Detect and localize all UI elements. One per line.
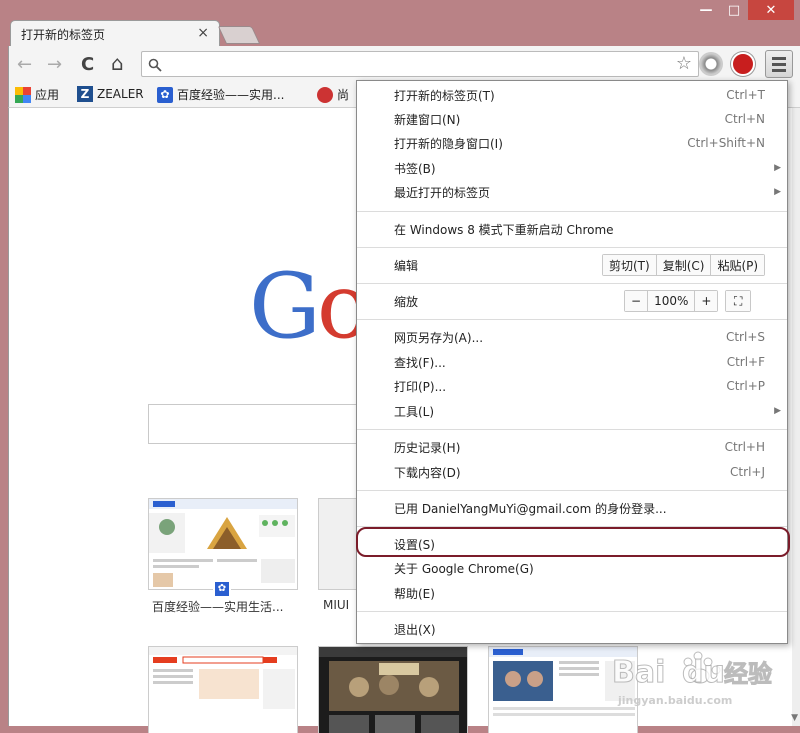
edit-button-group: 剪切(T) 复制(C) 粘贴(P) <box>602 254 766 276</box>
svg-text:jingyan.baidu.com: jingyan.baidu.com <box>617 694 732 707</box>
cut-button[interactable]: 剪切(T) <box>603 255 657 275</box>
copy-button[interactable]: 复制(C) <box>656 255 712 275</box>
close-window-button[interactable]: ✕ <box>748 0 794 20</box>
submenu-arrow-icon: ▶ <box>774 187 781 197</box>
search-icon <box>148 58 162 72</box>
menu-item-history[interactable]: 历史记录(H) Ctrl+H <box>357 435 787 459</box>
zealer-logo-icon: Z <box>77 86 93 102</box>
bookmark-item-zealer[interactable]: Z ZEALER <box>77 86 144 102</box>
thumbnail-preview <box>149 499 297 587</box>
google-search-input[interactable] <box>148 404 378 444</box>
most-visited-thumbnail-baidu[interactable] <box>148 498 298 590</box>
most-visited-thumbnail[interactable] <box>148 646 298 733</box>
most-visited-thumbnail[interactable] <box>318 646 468 733</box>
home-icon[interactable]: ⌂ <box>111 51 124 75</box>
menu-item-zoom: 缩放 <box>394 294 419 309</box>
menu-separator <box>357 247 787 248</box>
submenu-arrow-icon: ▶ <box>774 406 781 416</box>
new-tab-button[interactable] <box>217 26 261 44</box>
bookmark-item-baidu-jingyan[interactable]: ✿ 百度经验——实用... <box>157 86 284 103</box>
menu-item-settings[interactable]: 设置(S) <box>357 532 787 556</box>
watermark-logo: Bai du 经验 jingyan.baidu.com <box>612 651 773 707</box>
menu-item-downloads[interactable]: 下载内容(D) Ctrl+J <box>357 460 787 484</box>
thumbnail-preview <box>319 647 467 733</box>
menu-item-bookmarks[interactable]: 书签(B) ▶ <box>357 156 787 180</box>
zoom-level: 100% <box>648 291 696 311</box>
fullscreen-icon[interactable]: ⛶ <box>726 291 751 311</box>
address-bar[interactable]: ☆ <box>141 51 699 77</box>
tab-title: 打开新的标签页 <box>21 28 106 42</box>
chrome-menu-button[interactable] <box>765 50 793 78</box>
menu-separator <box>357 611 787 612</box>
google-logo: Go <box>249 254 371 359</box>
fullscreen-group: ⛶ <box>725 290 752 312</box>
menu-separator <box>357 283 787 284</box>
stop-extension-icon[interactable] <box>731 52 755 76</box>
menu-item-incognito[interactable]: 打开新的隐身窗口(I) Ctrl+Shift+N <box>357 131 787 155</box>
minimize-button[interactable]: — <box>692 0 720 20</box>
window-controls: — □ ✕ <box>692 0 794 20</box>
menu-separator <box>357 211 787 212</box>
svg-text:经验: 经验 <box>724 660 772 688</box>
menu-item-help[interactable]: 帮助(E) <box>357 581 787 605</box>
baidu-paw-icon: ✿ <box>213 580 231 598</box>
hamburger-icon <box>772 56 786 60</box>
menu-item-signed-in[interactable]: 已用 DanielYangMuYi@gmail.com 的身份登录... <box>357 496 787 520</box>
zoom-control-group: − 100% + <box>624 290 719 312</box>
maximize-button[interactable]: □ <box>720 0 748 20</box>
svg-text:du: du <box>682 655 725 690</box>
site-favicon <box>317 86 333 103</box>
menu-item-save-as[interactable]: 网页另存为(A)... Ctrl+S <box>357 325 787 349</box>
scroll-down-arrow-icon[interactable]: ▼ <box>791 713 798 723</box>
baidu-paw-icon: ✿ <box>157 86 173 103</box>
menu-separator <box>357 526 787 527</box>
menu-item-new-window[interactable]: 新建窗口(N) Ctrl+N <box>357 107 787 131</box>
menu-item-recent-tabs[interactable]: 最近打开的标签页 ▶ <box>357 180 787 204</box>
reload-icon[interactable]: C <box>81 54 94 75</box>
thumbnail-label: MIUI <box>323 598 350 612</box>
forward-arrow-icon[interactable]: → <box>47 54 62 75</box>
menu-item-print[interactable]: 打印(P)... Ctrl+P <box>357 374 787 398</box>
menu-separator <box>357 490 787 491</box>
svg-text:Bai: Bai <box>612 655 665 690</box>
menu-item-exit[interactable]: 退出(X) <box>357 617 787 641</box>
zoom-out-button[interactable]: − <box>625 291 649 311</box>
menu-separator <box>357 319 787 320</box>
thumbnail-label: 百度经验——实用生活... <box>152 600 284 614</box>
tab-new-tab[interactable]: 打开新的标签页 × <box>10 20 220 46</box>
apps-grid-icon <box>15 86 31 103</box>
menu-item-new-tab[interactable]: 打开新的标签页(T) Ctrl+T <box>357 83 787 107</box>
baidu-jingyan-watermark: Bai du 经验 jingyan.baidu.com <box>612 646 792 719</box>
menu-item-tools[interactable]: 工具(L) ▶ <box>357 399 787 423</box>
browser-window: — □ ✕ 打开新的标签页 × ← → C ⌂ ☆ 应用 Z ZEALER ✿ … <box>0 0 800 733</box>
bookmark-star-icon[interactable]: ☆ <box>676 53 692 74</box>
bookmark-item-site[interactable]: 尚 <box>317 86 349 103</box>
menu-separator <box>357 429 787 430</box>
menu-item-find[interactable]: 查找(F)... Ctrl+F <box>357 350 787 374</box>
menu-item-about[interactable]: 关于 Google Chrome(G) <box>357 556 787 580</box>
bookmark-item-apps[interactable]: 应用 <box>15 86 59 103</box>
zoom-in-button[interactable]: + <box>695 291 718 311</box>
toolbar: ← → C ⌂ ☆ <box>8 46 800 82</box>
paste-button[interactable]: 粘贴(P) <box>711 255 765 275</box>
vertical-scrollbar[interactable] <box>792 108 800 726</box>
submenu-arrow-icon: ▶ <box>774 163 781 173</box>
menu-item-relaunch-windows8[interactable]: 在 Windows 8 模式下重新启动 Chrome <box>357 217 787 241</box>
tab-close-icon[interactable]: × <box>197 25 209 41</box>
extension-icon[interactable] <box>699 52 723 76</box>
back-arrow-icon[interactable]: ← <box>17 54 32 75</box>
thumbnail-preview <box>149 647 297 709</box>
chrome-menu: 打开新的标签页(T) Ctrl+T 新建窗口(N) Ctrl+N 打开新的隐身窗… <box>356 80 788 644</box>
